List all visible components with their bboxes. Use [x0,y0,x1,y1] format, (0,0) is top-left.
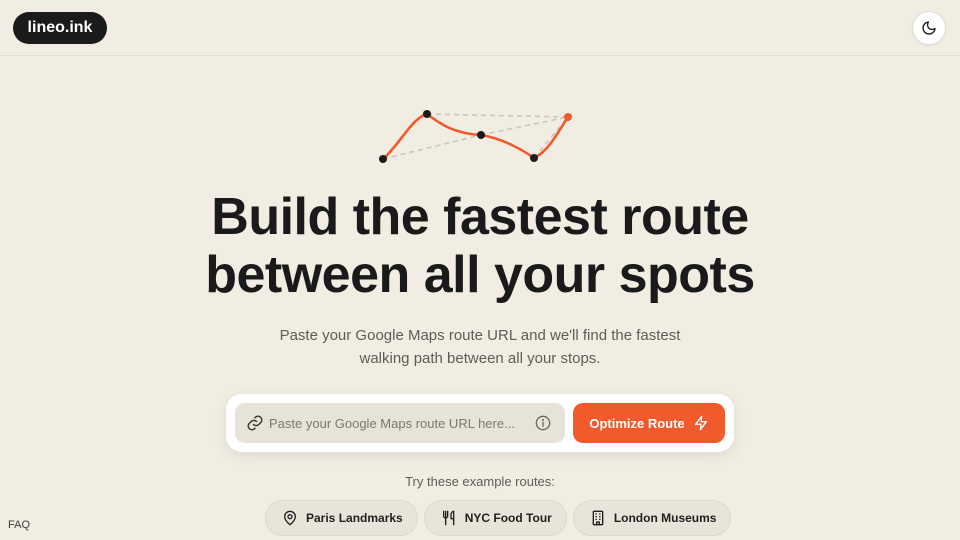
example-chip-label: London Museums [613,511,717,525]
map-pin-icon [284,510,296,526]
example-chip-nyc[interactable]: NYC Food Tour [423,500,567,536]
example-chip-label: NYC Food Tour [464,511,552,525]
example-chip-label: Paris Landmarks [306,511,403,525]
zap-icon [694,415,707,431]
optimize-route-button[interactable]: Optimize Route [573,403,725,443]
route-illustration [379,110,572,163]
faq-link[interactable]: FAQ [8,519,30,531]
utensils-icon [442,510,455,526]
header: lineo.ink [0,0,960,56]
example-routes: Paris Landmarks NYC Food Tour London Mus… [265,500,732,536]
page-subtitle: Paste your Google Maps route URL and we'… [0,324,960,370]
route-form: Optimize Route [226,394,734,452]
url-field [235,403,565,443]
building-icon [592,510,604,526]
theme-toggle-button[interactable] [912,11,946,45]
title-line-1: Build the fastest route [211,188,749,246]
example-chip-london[interactable]: London Museums [572,500,732,536]
info-icon[interactable] [535,415,551,431]
link-icon [247,415,263,431]
logo[interactable]: lineo.ink [13,12,107,44]
page-title: Build the fastest route between all your… [0,188,960,304]
subtitle-line-1: Paste your Google Maps route URL and we'… [279,327,681,344]
moon-icon [922,21,936,35]
route-url-input[interactable] [269,403,529,443]
title-line-2: between all your spots [205,246,755,304]
example-chip-paris[interactable]: Paris Landmarks [265,500,418,536]
optimize-route-label: Optimize Route [589,415,685,431]
subtitle-line-2: walking path between all your stops. [359,350,601,367]
examples-label: Try these example routes: [405,474,555,489]
